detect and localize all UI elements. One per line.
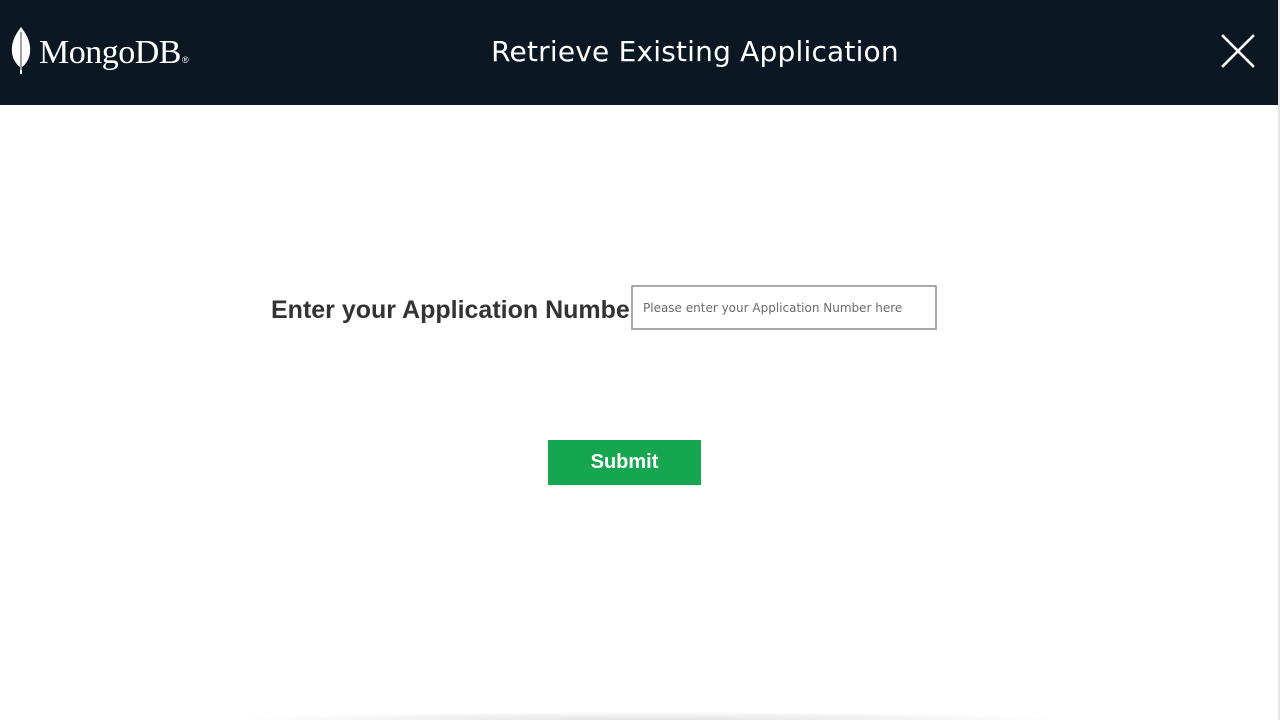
mongodb-leaf-icon: [11, 27, 31, 74]
retrieve-application-window: MongoDB ® Retrieve Existing Application …: [0, 0, 1280, 720]
bottom-shadow: [250, 712, 1050, 720]
submit-button[interactable]: Submit: [548, 440, 701, 485]
application-number-label: Enter your Application Number: [271, 296, 640, 324]
page-title: Retrieve Existing Application: [491, 35, 899, 68]
application-number-input[interactable]: [631, 285, 937, 330]
mongodb-logo: MongoDB ®: [10, 26, 189, 76]
registered-mark: ®: [181, 55, 189, 65]
brand-name: MongoDB: [39, 34, 181, 71]
close-button[interactable]: [1218, 31, 1258, 71]
app-header: MongoDB ® Retrieve Existing Application: [0, 0, 1278, 105]
close-icon: [1221, 34, 1255, 68]
